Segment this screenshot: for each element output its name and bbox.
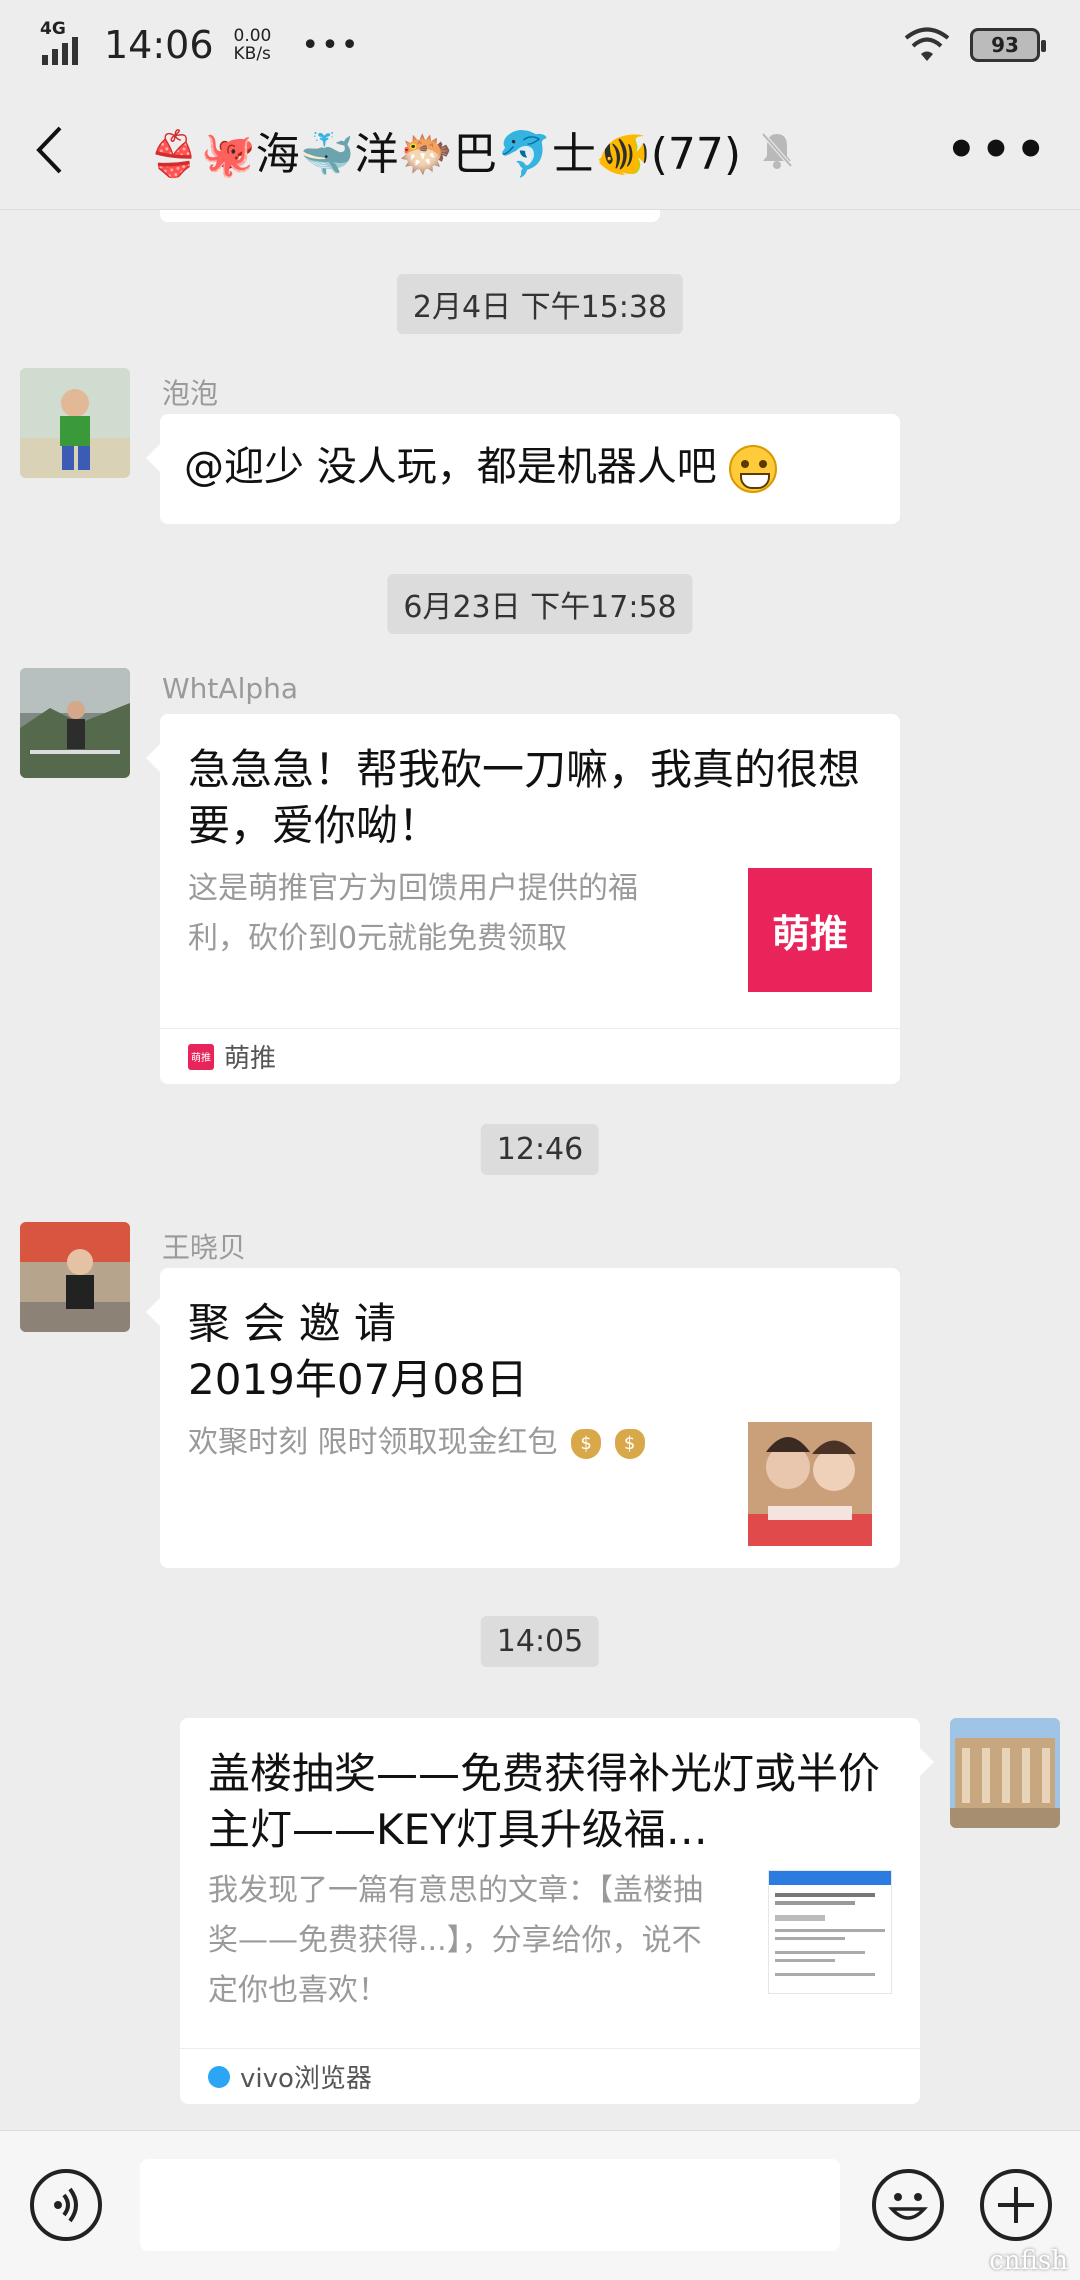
card-title: 聚 会 邀 请 2019年07月08日 <box>188 1296 872 1408</box>
wifi-icon <box>904 27 950 61</box>
signal-icon: 4G <box>40 19 86 65</box>
source-name: 萌推 <box>224 1044 277 1074</box>
my-avatar[interactable] <box>950 1718 1060 1828</box>
money-bag-icon: $ <box>571 1428 602 1459</box>
vivo-browser-icon <box>208 2065 230 2088</box>
link-card[interactable]: 聚 会 邀 请 2019年07月08日 欢聚时刻 限时领取现金红包 $ $ <box>146 1268 900 1568</box>
card-thumbnail <box>768 1870 892 1994</box>
mute-bell-icon <box>761 132 793 169</box>
avatar[interactable] <box>20 1222 130 1332</box>
source-name: vivo浏览器 <box>240 2064 372 2094</box>
add-more-icon[interactable] <box>980 2169 1052 2241</box>
sender-name: 王晓贝 <box>162 1231 247 1264</box>
watermark: cnfish <box>989 2246 1068 2276</box>
sender-name: 泡泡 <box>162 377 219 410</box>
mengtui-logo-icon: 萌推 <box>188 1043 214 1070</box>
card-description: 欢聚时刻 限时领取现金红包 $ $ <box>188 1418 708 1468</box>
card-title: 盖楼抽奖——免费获得补光灯或半价主灯——KEY灯具升级福… <box>208 1749 881 1854</box>
sender-name: WhtAlpha <box>162 672 299 705</box>
network-speed: 0.00 KB/s <box>233 26 272 64</box>
card-description-text: 欢聚时刻 限时领取现金红包 <box>188 1425 558 1460</box>
network-type: 4G <box>40 19 66 39</box>
time-divider: 12:46 <box>480 1124 600 1175</box>
card-thumbnail <box>748 1422 872 1546</box>
card-source: 萌推 萌推 <box>160 1028 900 1084</box>
shared-article-card[interactable]: 盖楼抽奖——免费获得补光灯或半价主灯——KEY灯具升级福… 我发现了一篇有意思的… <box>180 1718 934 2104</box>
chat-header: 👙🐙海🐳洋🐡巴🐬士🐠(77) ••• <box>0 90 1080 210</box>
card-title-line: 2019年07月08日 <box>188 1355 528 1404</box>
group-title[interactable]: 👙🐙海🐳洋🐡巴🐬士🐠(77) <box>146 118 741 182</box>
status-bar: 4G 14:06 0.00 KB/s ••• 93 <box>0 0 1080 90</box>
time-divider: 14:05 <box>480 1616 600 1667</box>
message-text: @迎少 没人玩，都是机器人吧 <box>184 444 717 490</box>
card-description: 我发现了一篇有意思的文章：【盖楼抽奖——免费获得...】，分享给你，说不定你也喜… <box>208 1873 703 2008</box>
battery-level: 93 <box>991 33 1019 57</box>
input-bar: cnfish <box>0 2130 1080 2280</box>
emoji-icon[interactable] <box>872 2169 944 2241</box>
battery-icon: 93 <box>970 28 1046 62</box>
thumbnail-logo-text: 萌推 <box>771 911 848 956</box>
avatar[interactable] <box>20 668 130 778</box>
card-source: vivo浏览器 <box>180 2048 920 2104</box>
avatar[interactable] <box>20 368 130 478</box>
back-icon[interactable] <box>34 120 74 180</box>
previous-message-bubble <box>160 210 660 222</box>
card-title: 急急急！帮我砍一刀嘛，我真的很想要，爱你呦！ <box>188 745 861 850</box>
status-time: 14:06 <box>104 23 214 67</box>
card-title-line: 聚 会 邀 请 <box>188 1299 397 1348</box>
card-thumbnail: 萌推 <box>748 868 872 992</box>
chat-area[interactable]: 2月4日 下午15:38 泡泡 @迎少 没人玩，都是机器人吧 6月23日 下午1… <box>0 210 1080 2130</box>
link-card[interactable]: 急急急！帮我砍一刀嘛，我真的很想要，爱你呦！ 这是萌推官方为回馈用户提供的福利，… <box>146 714 900 1084</box>
notification-dots: ••• <box>301 27 361 63</box>
voice-input-icon[interactable] <box>30 2169 102 2241</box>
time-divider: 2月4日 下午15:38 <box>396 274 684 334</box>
more-options-icon[interactable]: ••• <box>946 122 1050 178</box>
card-description: 这是萌推官方为回馈用户提供的福利，砍价到0元就能免费领取 <box>188 871 638 956</box>
grin-emoji-icon <box>729 445 778 493</box>
message-bubble[interactable]: @迎少 没人玩，都是机器人吧 <box>146 414 900 524</box>
message-input[interactable] <box>140 2159 840 2251</box>
money-bag-icon: $ <box>614 1428 645 1459</box>
time-divider: 6月23日 下午17:58 <box>387 574 693 634</box>
